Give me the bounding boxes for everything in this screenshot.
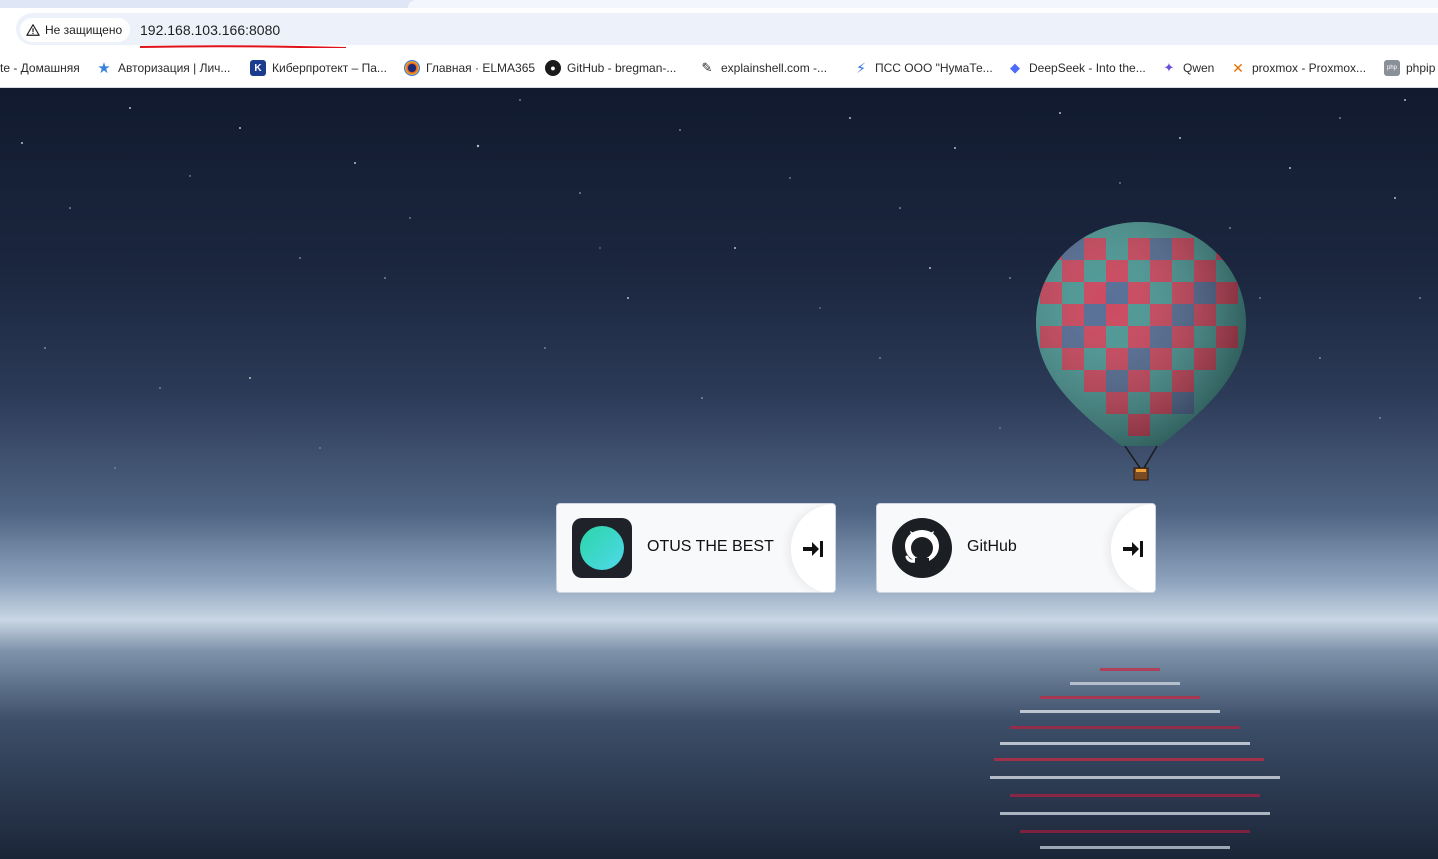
github-link-card[interactable]: GitHub bbox=[876, 503, 1156, 593]
card-title: GitHub bbox=[967, 538, 1017, 555]
otus-logo bbox=[572, 518, 632, 578]
proxmox-icon: ✕ bbox=[1232, 59, 1244, 76]
bookmark-label: phpip bbox=[1406, 61, 1436, 75]
bookmark-elma[interactable]: Главная · ELMA365 bbox=[404, 58, 535, 78]
bookmark-label: DeepSeek - Into the... bbox=[1029, 61, 1146, 75]
active-tab-edge[interactable] bbox=[408, 0, 1438, 8]
bookmark-home[interactable]: te - Домашняя bbox=[0, 58, 80, 78]
bookmark-label: explainshell.com -... bbox=[721, 61, 828, 75]
bookmark-label: GitHub - bregman-... bbox=[567, 61, 677, 75]
open-link-button[interactable] bbox=[791, 504, 835, 592]
phpipam-icon: php bbox=[1384, 60, 1400, 76]
elma-icon bbox=[404, 60, 420, 76]
shell-icon: ✎ bbox=[701, 60, 713, 75]
bookmark-cyberprotect[interactable]: K Киберпротект – Па... bbox=[250, 58, 387, 78]
bookmark-github[interactable]: ● GitHub - bregman-... bbox=[545, 58, 676, 78]
github-icon: ● bbox=[545, 60, 561, 76]
bookmark-auth[interactable]: ★ Авторизация | Лич... bbox=[96, 58, 230, 78]
bookmark-label: Киберпротект – Па... bbox=[272, 61, 387, 75]
page-background: OTUS THE BEST GitHub bbox=[0, 88, 1438, 859]
bookmark-label: ПСС ООО "НумаТе... bbox=[875, 61, 993, 75]
security-chip[interactable]: Не защищено bbox=[20, 18, 131, 42]
github-icon bbox=[892, 518, 952, 578]
bolt-icon: ⚡ bbox=[856, 59, 866, 76]
bookmarks-bar: te - Домашняя ★ Авторизация | Лич... K К… bbox=[0, 48, 1438, 88]
arrow-to-bar-icon bbox=[1123, 541, 1143, 557]
otus-link-card[interactable]: OTUS THE BEST bbox=[556, 503, 836, 593]
bookmark-label: Qwen bbox=[1183, 61, 1215, 75]
security-label: Не защищено bbox=[45, 23, 123, 37]
k-logo-icon: K bbox=[250, 60, 266, 76]
bookmark-label: te - Домашняя bbox=[0, 61, 80, 75]
arrow-to-bar-icon bbox=[803, 541, 823, 557]
hot-air-balloon-image bbox=[1036, 222, 1246, 481]
warning-icon bbox=[26, 24, 40, 36]
bookmark-pss[interactable]: ⚡ ПСС ООО "НумаТе... bbox=[853, 58, 993, 78]
card-title: OTUS THE BEST bbox=[647, 538, 774, 555]
qwen-icon: ✦ bbox=[1163, 60, 1175, 75]
star-icon: ★ bbox=[97, 60, 111, 77]
github-logo bbox=[892, 518, 952, 578]
bookmark-label: Главная · ELMA365 bbox=[426, 61, 536, 75]
url-text[interactable]: 192.168.103.166:8080 bbox=[140, 22, 280, 38]
bookmark-deepseek[interactable]: ◆ DeepSeek - Into the... bbox=[1007, 58, 1146, 78]
bookmark-label: proxmox - Proxmox... bbox=[1252, 61, 1367, 75]
balloon-reflection-image bbox=[990, 668, 1280, 849]
otus-circle-icon bbox=[580, 526, 624, 570]
bookmark-qwen[interactable]: ✦ Qwen bbox=[1161, 58, 1215, 78]
bookmark-explainshell[interactable]: ✎ explainshell.com -... bbox=[699, 58, 828, 78]
address-bar: Не защищено 192.168.103.166:8080 bbox=[0, 8, 1438, 49]
open-link-button[interactable] bbox=[1111, 504, 1155, 592]
deepseek-icon: ◆ bbox=[1010, 60, 1020, 75]
bookmark-phpipam[interactable]: php phpip bbox=[1384, 58, 1435, 78]
bookmark-proxmox[interactable]: ✕ proxmox - Proxmox... bbox=[1230, 58, 1366, 78]
bookmark-label: Авторизация | Лич... bbox=[118, 61, 231, 75]
